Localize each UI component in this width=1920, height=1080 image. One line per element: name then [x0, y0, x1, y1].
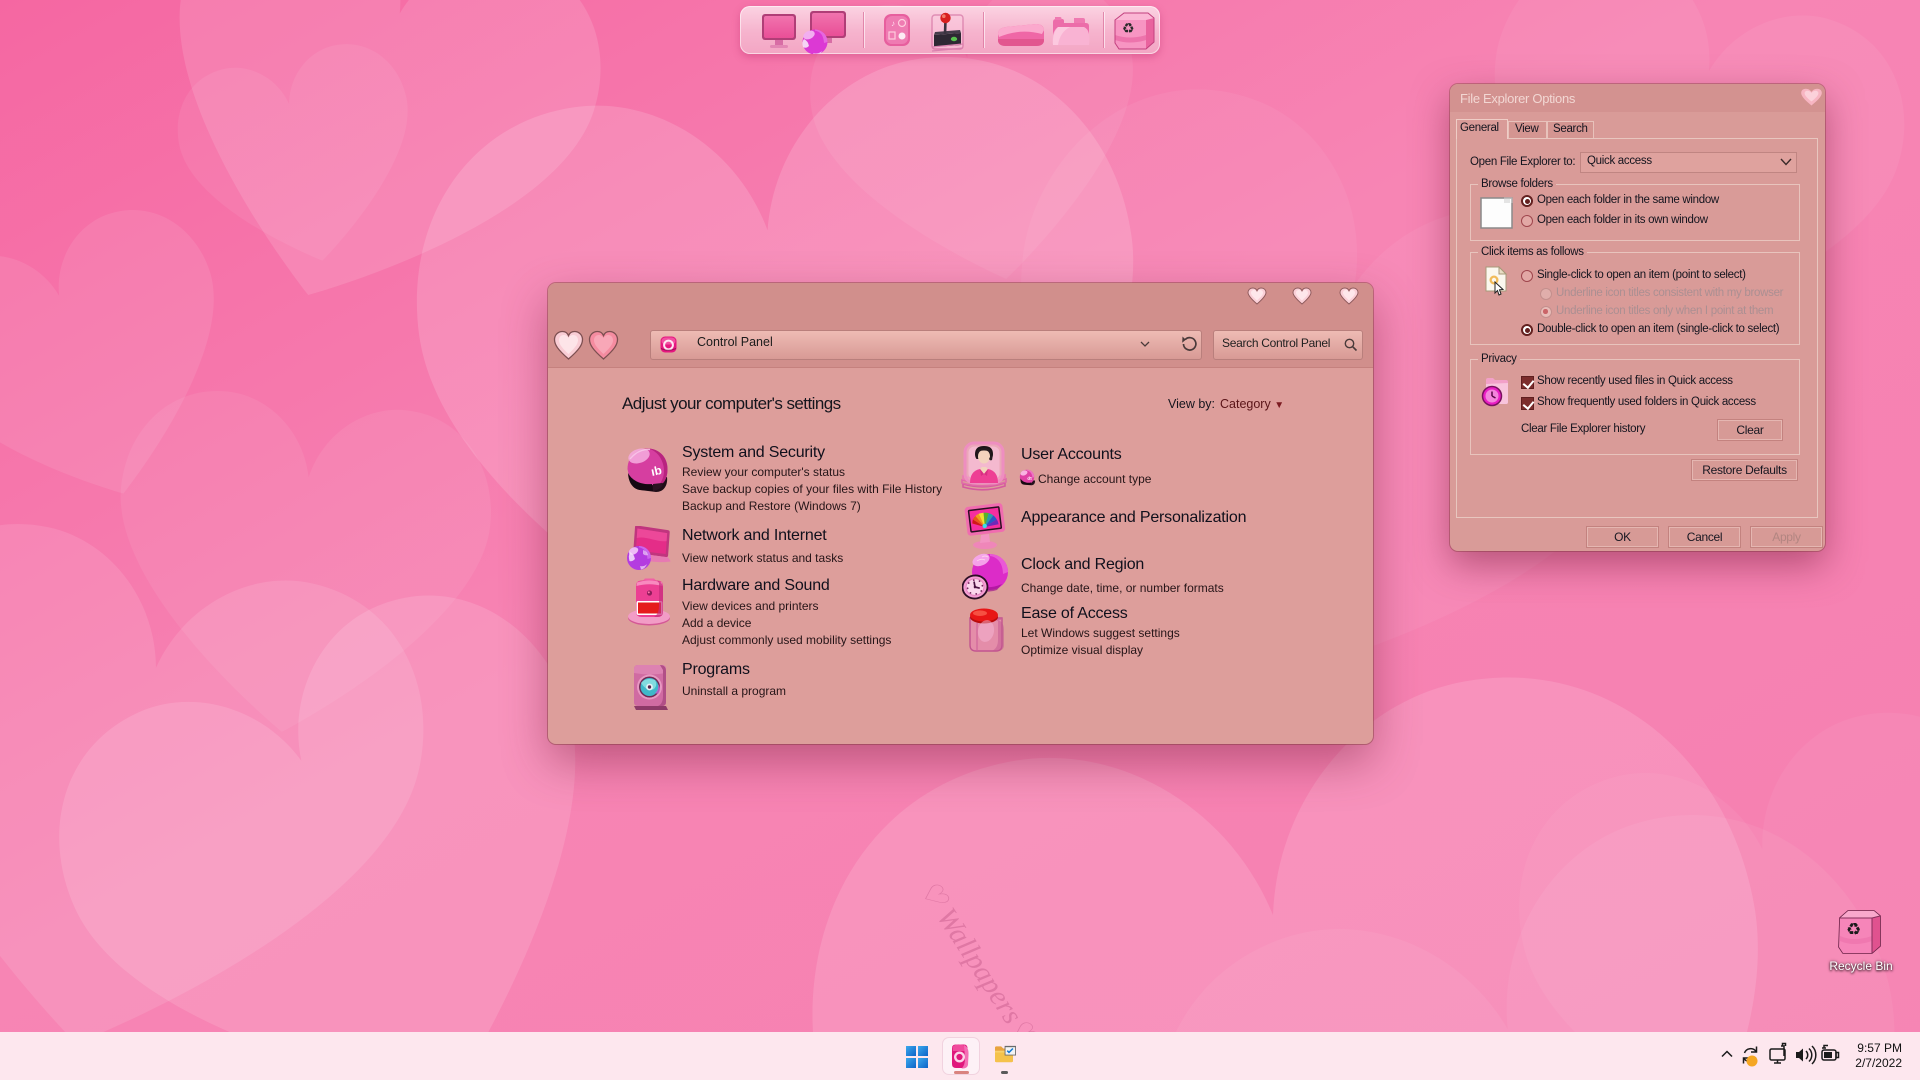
- svg-text:♻: ♻: [1846, 920, 1861, 939]
- svg-text:dɪ: dɪ: [1027, 475, 1032, 481]
- svg-text:♪: ♪: [891, 19, 895, 28]
- svg-text:♻: ♻: [1122, 20, 1135, 36]
